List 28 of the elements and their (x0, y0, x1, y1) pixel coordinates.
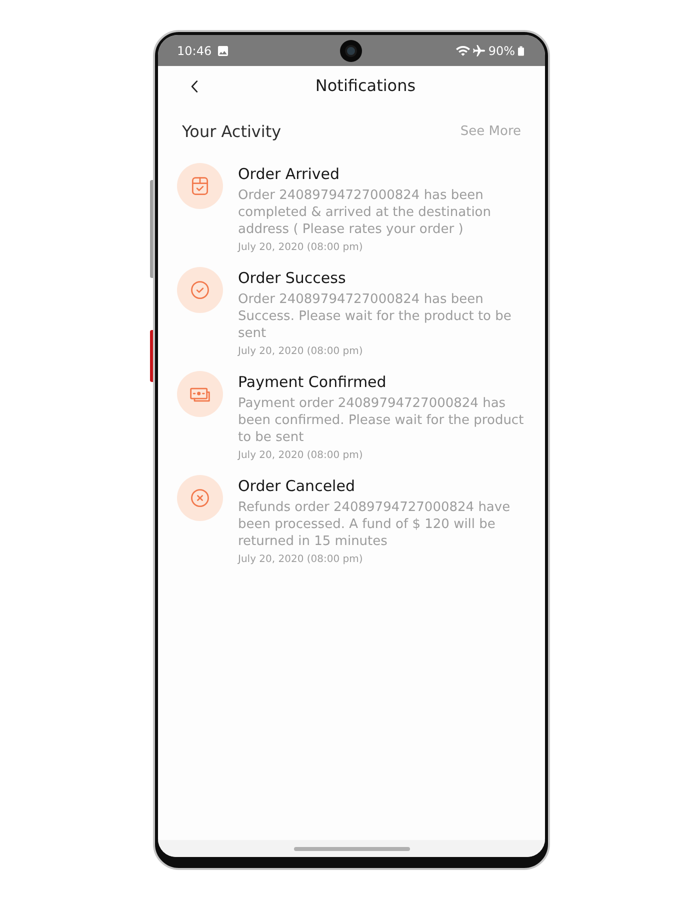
notification-message: Payment order 24089794727000824 has been confirmed. Please wait for the product to be sent (238, 395, 525, 446)
notification-date: July 20, 2020 (08:00 pm) (238, 241, 364, 255)
camera-icon (340, 40, 362, 62)
notification-title: Order Canceled (238, 476, 356, 496)
notification-date: July 20, 2020 (08:00 pm) (238, 449, 364, 463)
notification-title: Payment Confirmed (238, 372, 388, 392)
notification-date: July 20, 2020 (08:00 pm) (238, 345, 364, 359)
notification-message: Order 24089794727000824 has been Success. Please wait for the product to be sent (238, 291, 512, 342)
notification-date: July 20, 2020 (08:00 pm) (238, 553, 364, 567)
section-title: Your Activity (182, 122, 282, 142)
power-button[interactable] (150, 330, 153, 382)
chevron-left-icon (190, 80, 198, 92)
volume-button[interactable] (150, 180, 153, 278)
notification-title: Order Arrived (238, 164, 341, 184)
package-check-icon (177, 163, 223, 209)
home-indicator[interactable] (294, 846, 410, 850)
battery-percentage: 90% (488, 44, 515, 58)
wifi-icon (456, 46, 470, 56)
status-time: 10:46 (177, 44, 212, 58)
banknotes-icon (177, 371, 223, 417)
battery-icon (518, 46, 524, 56)
airplane-icon (473, 44, 486, 56)
page-title: Notifications (315, 76, 416, 96)
image-icon (218, 46, 228, 56)
notification-title: Order Success (238, 268, 347, 288)
see-more-link[interactable]: See More (460, 124, 521, 140)
notification-message: Refunds order 24089794727000824 have been processed. A fund of $ 120 will be returned in 15 minutes (238, 499, 512, 550)
notification-message: Order 24089794727000824 has been completed & arrived at the destination address ( Please rates your order ) (238, 187, 492, 238)
